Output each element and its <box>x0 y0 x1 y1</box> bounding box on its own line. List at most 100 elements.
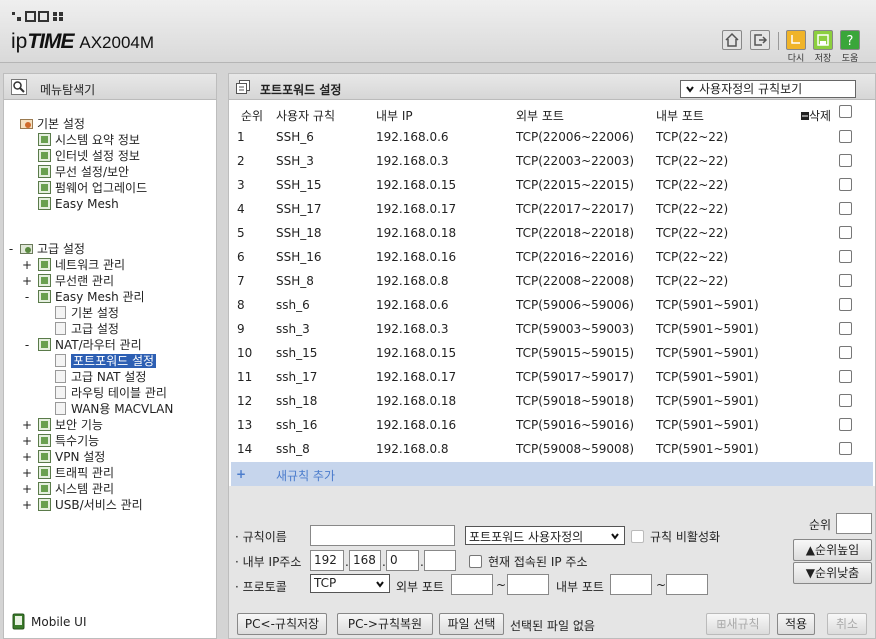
protocol-label-text: 프로토콜 <box>242 580 287 594</box>
app-header: ipTIME AX2004M 다시 저장 ? 도움 <box>0 0 876 64</box>
menu-group-basic[interactable]: 기본 설정 <box>20 117 85 131</box>
collapse-toggle[interactable]: - <box>22 338 32 352</box>
row-delete-checkbox[interactable] <box>839 154 852 167</box>
cancel-button[interactable]: 취소 <box>827 613 867 635</box>
cell-rank: 6 <box>237 250 245 264</box>
expand-toggle[interactable]: + <box>22 466 32 480</box>
menu-item[interactable]: 트래픽 관리 <box>38 466 114 480</box>
cell-external-port: TCP(59015~59015) <box>516 346 635 360</box>
cell-rank: 10 <box>237 346 253 360</box>
collapse-toggle[interactable]: - <box>22 290 32 304</box>
cell-rank: 5 <box>237 226 245 240</box>
ip-octet-4[interactable] <box>424 550 456 571</box>
ip-octet-3[interactable]: 0 <box>386 550 419 571</box>
menu-item[interactable]: 라우팅 테이블 관리 <box>54 386 167 400</box>
table-row: 1 SSH_6 192.168.0.6 TCP(22006~22006) TCP(22~… <box>229 124 875 148</box>
row-delete-checkbox[interactable] <box>839 442 852 455</box>
row-delete-checkbox[interactable] <box>839 202 852 215</box>
expand-toggle[interactable]: + <box>22 434 32 448</box>
rule-view-select[interactable]: 사용자정의 규칙보기 <box>680 80 856 98</box>
expand-toggle[interactable]: + <box>22 418 32 432</box>
select-all-checkbox[interactable] <box>839 105 852 118</box>
cell-internal-port: TCP(22~22) <box>656 130 729 144</box>
restore-from-pc-button[interactable]: PC->규칙복원 <box>337 613 433 635</box>
menu-item[interactable]: 시스템 관리 <box>38 482 114 496</box>
home-button[interactable] <box>722 30 742 50</box>
priority-input[interactable] <box>836 513 872 534</box>
expand-toggle[interactable]: + <box>22 274 32 288</box>
disable-rule-checkbox[interactable] <box>631 530 644 543</box>
menu-item[interactable]: 네트워크 관리 <box>38 258 125 272</box>
row-delete-checkbox[interactable] <box>839 178 852 191</box>
menu-item[interactable]: 시스템 요약 정보 <box>38 133 140 147</box>
ip-octet-2[interactable]: 168 <box>349 550 381 571</box>
help-label: 도움 <box>841 54 859 64</box>
save-to-pc-button[interactable]: PC<-규칙저장 <box>237 613 327 635</box>
expand-toggle[interactable]: + <box>22 450 32 464</box>
help-button[interactable]: ? <box>840 30 860 50</box>
current-ip-label: 현재 접속된 IP 주소 <box>488 555 588 569</box>
cell-rule-name: ssh_15 <box>276 346 318 360</box>
mobile-ui-link[interactable]: Mobile UI <box>12 613 87 630</box>
menu-item[interactable]: 보안 기능 <box>38 418 103 432</box>
row-delete-checkbox[interactable] <box>839 418 852 431</box>
row-delete-checkbox[interactable] <box>839 370 852 383</box>
minus-box-icon <box>801 112 809 120</box>
cell-internal-port: TCP(5901~5901) <box>656 322 759 336</box>
preset-select[interactable]: 포트포워드 사용자정의 <box>465 526 625 545</box>
row-delete-checkbox[interactable] <box>839 226 852 239</box>
refresh-button[interactable] <box>786 30 806 50</box>
int-port-end[interactable] <box>666 574 708 595</box>
menu-item[interactable]: 펌웨어 업그레이드 <box>38 181 147 195</box>
expand-toggle[interactable]: + <box>22 258 32 272</box>
collapse-toggle[interactable]: - <box>6 242 16 256</box>
expand-toggle[interactable]: + <box>22 498 32 512</box>
ext-port-start[interactable] <box>451 574 493 595</box>
expand-toggle[interactable]: + <box>22 482 32 496</box>
menu-item-icon <box>38 197 51 210</box>
ext-port-tilde: ~ <box>496 578 507 592</box>
row-delete-checkbox[interactable] <box>839 250 852 263</box>
menu-item[interactable]: 고급 설정 <box>54 322 119 336</box>
menu-item[interactable]: 무선 설정/보안 <box>38 165 129 179</box>
menu-item[interactable]: 특수기능 <box>38 434 99 448</box>
ext-port-end[interactable] <box>507 574 549 595</box>
menu-item[interactable]: 무선랜 관리 <box>38 274 114 288</box>
menu-item-label: 네트워크 관리 <box>55 258 126 272</box>
menu-item[interactable]: NAT/라우터 관리 <box>38 338 142 352</box>
menu-item[interactable]: 기본 설정 <box>54 306 119 320</box>
priority-down-button[interactable]: ▼순위낮춤 <box>793 562 872 584</box>
row-delete-checkbox[interactable] <box>839 322 852 335</box>
protocol-select[interactable]: TCP <box>310 574 390 593</box>
menu-item[interactable]: Easy Mesh 관리 <box>38 290 145 304</box>
menu-item[interactable]: 인터넷 설정 정보 <box>38 149 140 163</box>
menu-item-icon <box>38 434 51 447</box>
cell-external-port: TCP(22006~22006) <box>516 130 635 144</box>
rule-name-input[interactable] <box>310 525 455 546</box>
row-delete-checkbox[interactable] <box>839 346 852 359</box>
row-delete-checkbox[interactable] <box>839 298 852 311</box>
new-rule-button[interactable]: ⊞새규칙 <box>706 613 770 635</box>
menu-item[interactable]: 고급 NAT 설정 <box>54 370 146 384</box>
current-ip-checkbox[interactable] <box>469 555 482 568</box>
protocol-value: TCP <box>314 576 337 590</box>
logout-button[interactable] <box>750 30 770 50</box>
menu-item-label: WAN용 MACVLAN <box>71 402 174 416</box>
menu-item-label: 트래픽 관리 <box>55 466 115 480</box>
file-select-button[interactable]: 파일 선택 <box>439 613 504 635</box>
row-delete-checkbox[interactable] <box>839 274 852 287</box>
menu-item[interactable]: VPN 설정 <box>38 450 105 464</box>
ip-octet-1[interactable]: 192 <box>310 550 344 571</box>
menu-item[interactable]: USB/서비스 관리 <box>38 498 143 512</box>
apply-button[interactable]: 적용 <box>777 613 815 635</box>
menu-group-advanced[interactable]: 고급 설정 <box>20 242 85 256</box>
add-rule-row[interactable]: + 새규칙 추가 <box>231 462 873 486</box>
row-delete-checkbox[interactable] <box>839 394 852 407</box>
row-delete-checkbox[interactable] <box>839 130 852 143</box>
save-button[interactable] <box>813 30 833 50</box>
int-port-start[interactable] <box>610 574 652 595</box>
menu-item[interactable]: WAN용 MACVLAN <box>54 402 173 416</box>
menu-item-selected[interactable]: 포트포워드 설정 <box>54 354 157 368</box>
priority-up-button[interactable]: ▲순위높임 <box>793 539 872 561</box>
menu-item[interactable]: Easy Mesh <box>38 197 119 211</box>
